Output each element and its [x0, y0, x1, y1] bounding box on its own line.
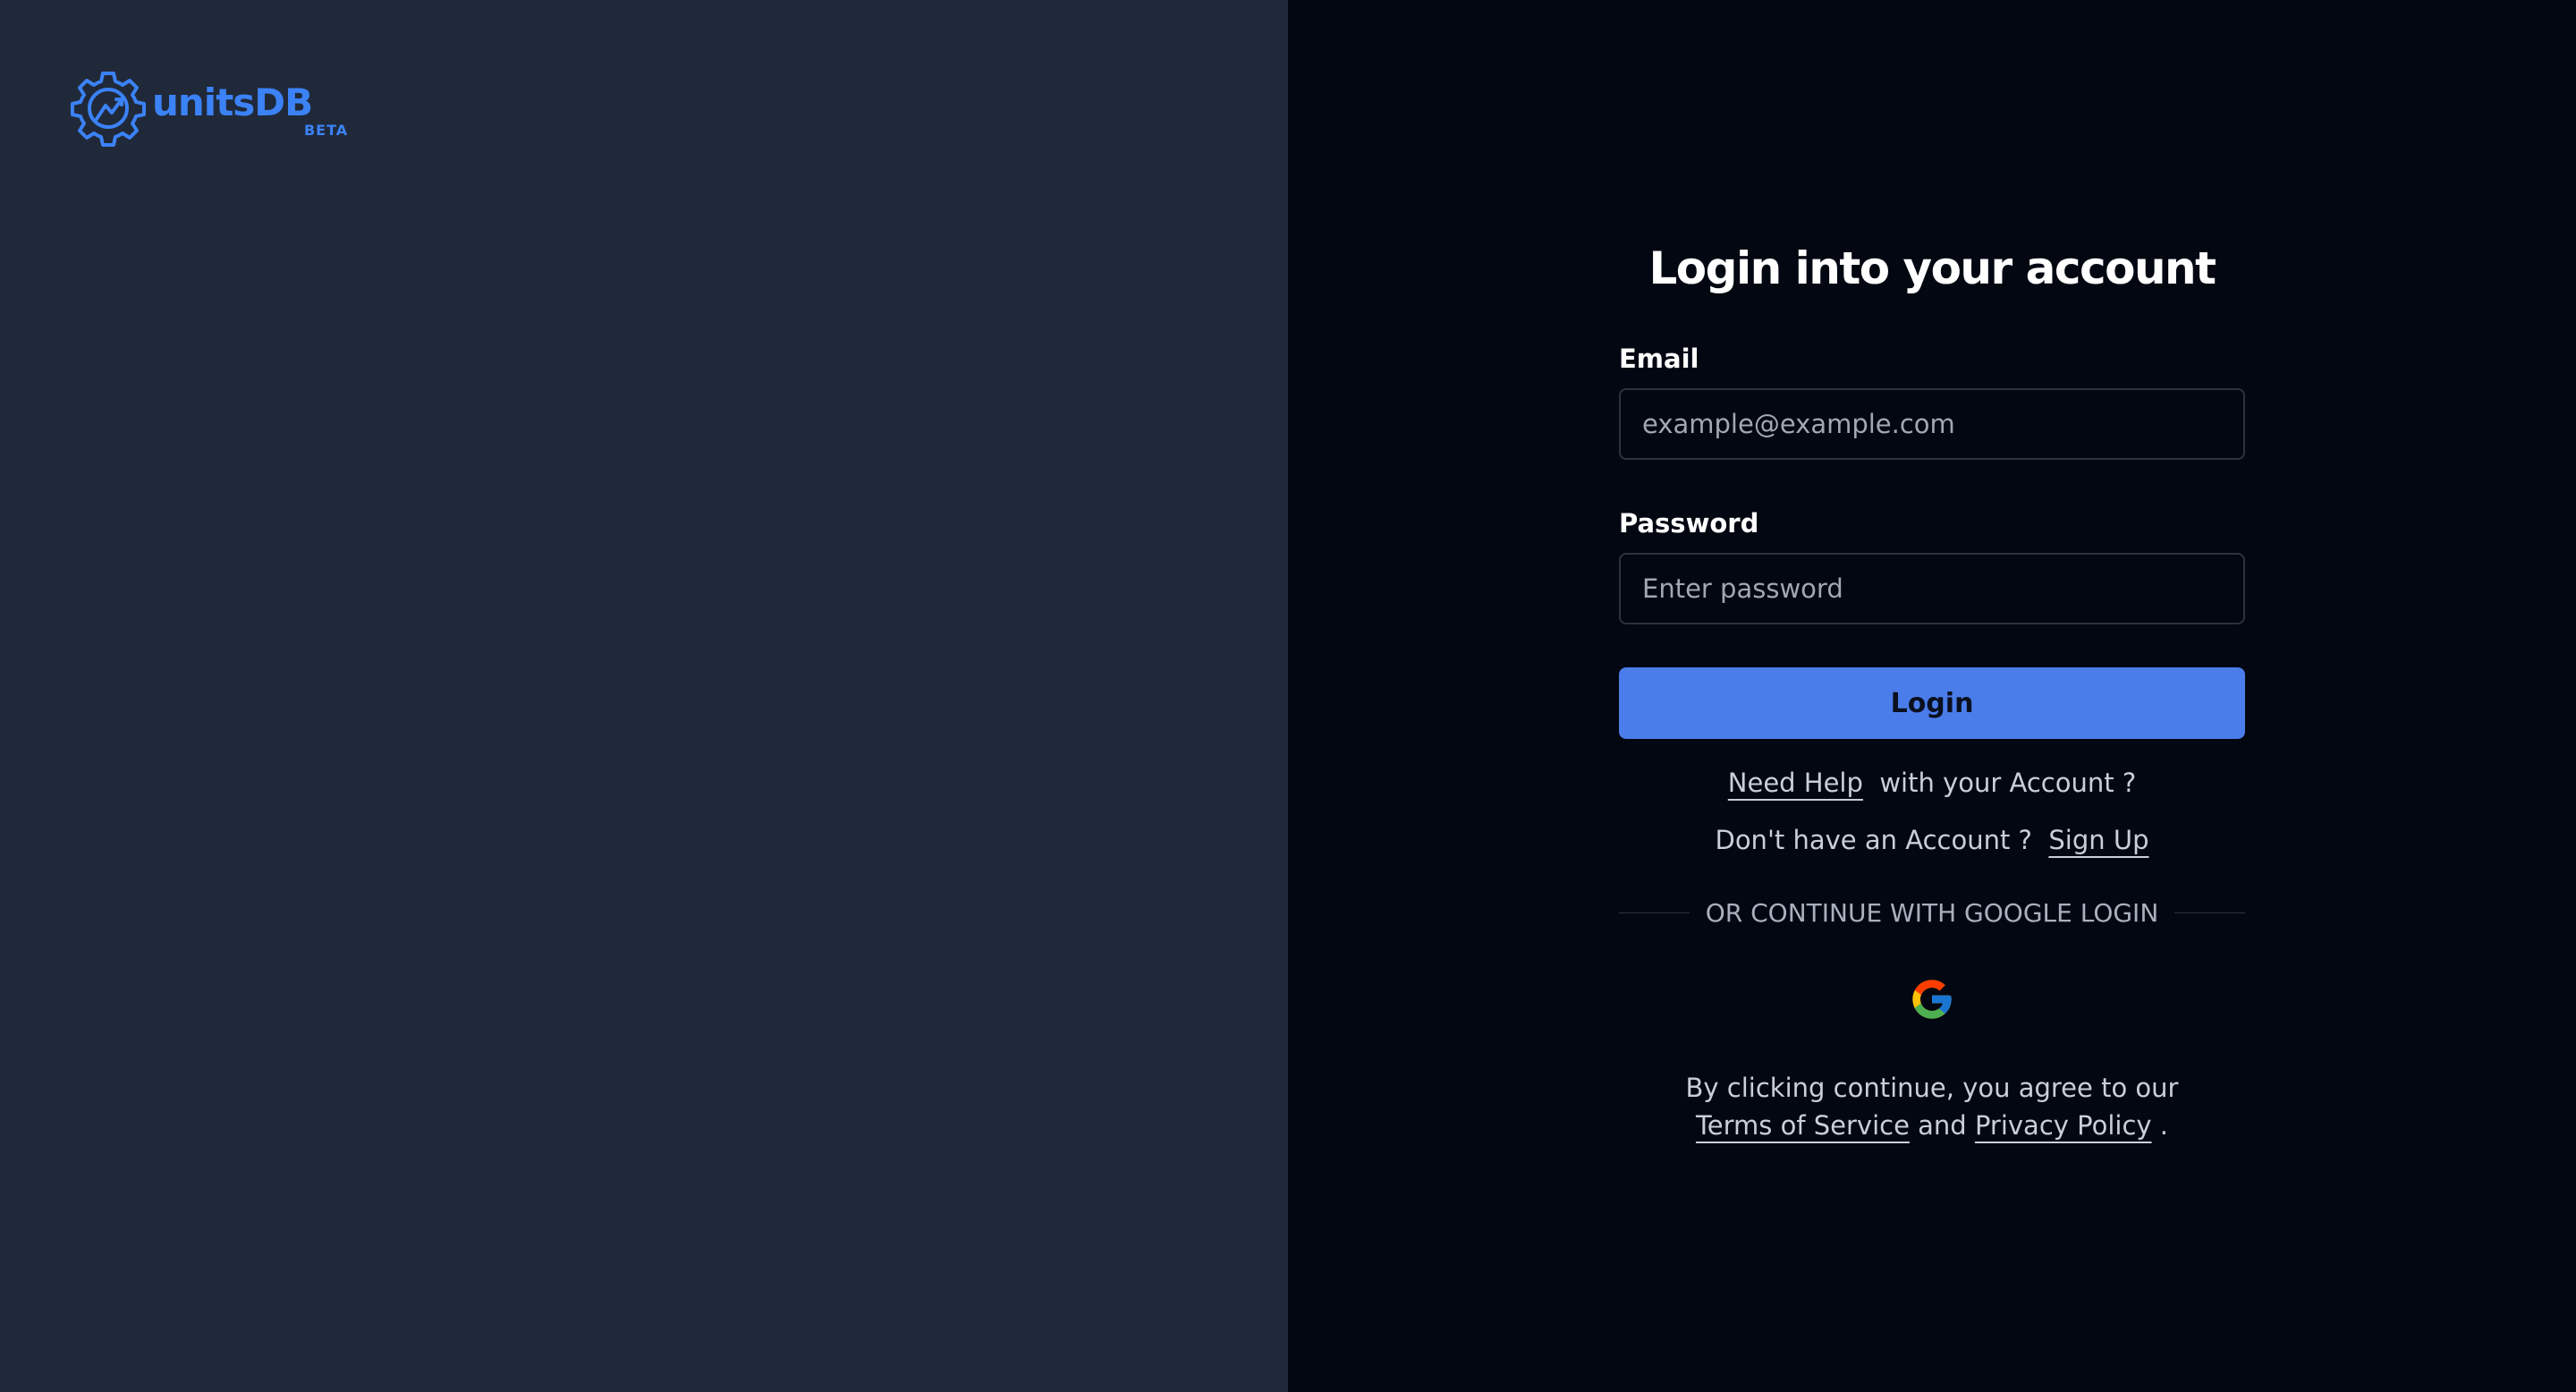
email-label: Email: [1619, 344, 1699, 374]
agreement-text: By clicking continue, you agree to our T…: [1619, 1069, 2245, 1144]
agree-links-line: Terms of Service and Privacy Policy .: [1619, 1107, 2245, 1144]
brand-logo[interactable]: unitsDB BETA: [70, 70, 347, 147]
login-page: unitsDB BETA Login into your account Ema…: [0, 0, 2576, 1392]
gear-chart-icon: [71, 72, 146, 147]
divider-line-left: [1619, 912, 1690, 913]
need-help-link[interactable]: Need Help: [1728, 768, 1863, 798]
login-form: Login into your account Email Password L…: [1619, 242, 2245, 1144]
terms-link[interactable]: Terms of Service: [1696, 1110, 1910, 1141]
email-field[interactable]: [1619, 388, 2245, 460]
signup-prefix: Don't have an Account ?: [1715, 825, 2032, 855]
login-button[interactable]: Login: [1619, 667, 2245, 739]
agree-suffix: .: [2159, 1110, 2169, 1141]
divider-line-right: [2174, 912, 2245, 913]
email-group: Email: [1619, 344, 2245, 460]
google-login: [1619, 976, 2245, 1023]
or-divider: OR CONTINUE WITH GOOGLE LOGIN: [1619, 898, 2245, 928]
help-line: Need Help with your Account ?: [1619, 768, 2245, 798]
password-group: Password: [1619, 508, 2245, 624]
password-field[interactable]: [1619, 553, 2245, 624]
brand-name: unitsDB: [152, 81, 313, 124]
google-icon[interactable]: [1909, 976, 1955, 1023]
agree-and: and: [1918, 1110, 1967, 1141]
help-suffix: with your Account ?: [1879, 768, 2137, 798]
login-panel: Login into your account Email Password L…: [1288, 0, 2576, 1392]
page-title: Login into your account: [1648, 242, 2216, 294]
sign-up-link[interactable]: Sign Up: [2048, 825, 2148, 855]
password-label: Password: [1619, 508, 1759, 539]
privacy-link[interactable]: Privacy Policy: [1975, 1110, 2152, 1141]
divider-text: OR CONTINUE WITH GOOGLE LOGIN: [1705, 898, 2159, 928]
signup-line: Don't have an Account ? Sign Up: [1619, 825, 2245, 855]
agree-prefix: By clicking continue, you agree to our: [1685, 1073, 2179, 1103]
brand-panel: unitsDB BETA: [0, 0, 1288, 1392]
beta-badge: BETA: [303, 122, 349, 139]
